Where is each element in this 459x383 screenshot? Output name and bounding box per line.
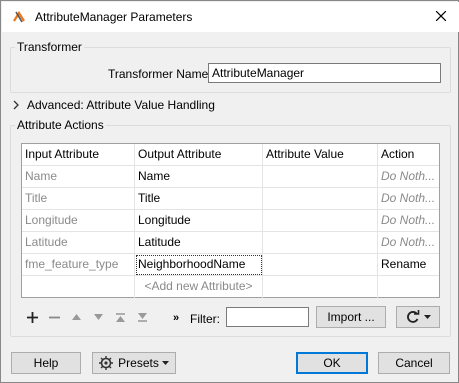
move-down-icon (93, 314, 103, 320)
cancel-button-label: Cancel (395, 356, 433, 370)
presets-button[interactable]: Presets (92, 352, 176, 374)
move-top-icon (115, 312, 125, 322)
close-icon (436, 11, 446, 21)
move-down-button[interactable] (87, 306, 109, 328)
filter-input[interactable] (226, 307, 309, 327)
move-up-button[interactable] (65, 306, 87, 328)
output-attribute-cell[interactable]: Title (135, 188, 263, 210)
advanced-section-toggle[interactable]: Advanced: Attribute Value Handling (12, 98, 215, 112)
table-row[interactable]: Latitude Latitude Do Noth... (22, 232, 439, 254)
action-cell[interactable]: Do Noth... (378, 188, 439, 210)
input-attribute-cell: Name (22, 166, 135, 188)
window-title: AttributeManager Parameters (35, 10, 193, 24)
move-top-button[interactable] (109, 306, 131, 328)
presets-gear-icon (99, 356, 114, 370)
transformer-name-label: Transformer Name: (108, 67, 212, 81)
title-bar: AttributeManager Parameters (2, 2, 459, 32)
help-button[interactable]: Help (11, 352, 81, 374)
action-cell[interactable]: Do Noth... (378, 166, 439, 188)
attribute-value-cell[interactable] (263, 232, 378, 254)
output-attribute-cell[interactable]: Longitude (135, 210, 263, 232)
add-new-row[interactable]: <Add new Attribute> (22, 276, 439, 298)
move-bottom-icon (137, 312, 147, 322)
header-input-attribute[interactable]: Input Attribute (22, 144, 135, 166)
close-button[interactable] (433, 8, 449, 24)
add-new-action-cell (378, 276, 439, 298)
chevron-right-icon (13, 100, 19, 110)
import-button-label: Import ... (327, 310, 375, 324)
move-up-icon (71, 314, 81, 320)
filter-expand-icon[interactable]: » (173, 312, 179, 324)
attribute-value-cell[interactable] (263, 188, 378, 210)
output-attribute-cell[interactable]: NeighborhoodName (135, 254, 263, 276)
filter-label: Filter: (190, 312, 220, 326)
dropdown-arrow-icon (161, 361, 169, 365)
attribute-table: Input Attribute Output Attribute Attribu… (21, 143, 440, 298)
app-icon (13, 10, 25, 23)
presets-button-label: Presets (118, 356, 159, 370)
import-button[interactable]: Import ... (316, 306, 386, 328)
table-toolbar (21, 306, 153, 328)
remove-icon (48, 316, 60, 318)
attribute-actions-label: Attribute Actions (15, 118, 106, 132)
action-cell[interactable]: Do Noth... (378, 210, 439, 232)
attribute-value-cell[interactable] (263, 210, 378, 232)
add-new-input-cell (22, 276, 135, 298)
advanced-section-label: Advanced: Attribute Value Handling (27, 98, 215, 112)
action-cell[interactable]: Rename (378, 254, 439, 276)
input-attribute-cell: Title (22, 188, 135, 210)
input-attribute-cell: fme_feature_type (22, 254, 135, 276)
header-attribute-value[interactable]: Attribute Value (263, 144, 378, 166)
header-action[interactable]: Action (378, 144, 439, 166)
table-row[interactable]: Name Name Do Noth... (22, 166, 439, 188)
table-row[interactable]: Title Title Do Noth... (22, 188, 439, 210)
move-bottom-button[interactable] (131, 306, 153, 328)
add-icon (26, 311, 38, 323)
help-button-label: Help (33, 356, 59, 370)
output-attribute-cell[interactable]: Latitude (135, 232, 263, 254)
input-attribute-cell: Latitude (22, 232, 135, 254)
add-new-value-cell (263, 276, 378, 298)
ok-button-label: OK (323, 356, 341, 370)
action-cell[interactable]: Do Noth... (378, 232, 439, 254)
refresh-menu-button[interactable] (396, 306, 440, 328)
attribute-value-cell[interactable] (263, 166, 378, 188)
table-row[interactable]: Longitude Longitude Do Noth... (22, 210, 439, 232)
attribute-value-cell[interactable] (263, 254, 378, 276)
cancel-button[interactable]: Cancel (378, 352, 450, 374)
refresh-icon (407, 310, 420, 323)
header-output-attribute[interactable]: Output Attribute (135, 144, 263, 166)
add-row-button[interactable] (21, 306, 43, 328)
input-attribute-cell: Longitude (22, 210, 135, 232)
ok-button[interactable]: OK (296, 352, 368, 374)
transformer-group-label: Transformer (15, 40, 84, 54)
transformer-name-input[interactable]: AttributeManager (208, 63, 441, 83)
table-header: Input Attribute Output Attribute Attribu… (22, 144, 439, 166)
table-row[interactable]: fme_feature_type NeighborhoodName Rename (22, 254, 439, 276)
add-new-attribute-cell[interactable]: <Add new Attribute> (135, 276, 263, 298)
output-attribute-cell[interactable]: Name (135, 166, 263, 188)
dropdown-arrow-icon (424, 315, 431, 319)
remove-row-button[interactable] (43, 306, 65, 328)
attribute-manager-dialog: AttributeManager Parameters Transformer … (0, 0, 459, 383)
